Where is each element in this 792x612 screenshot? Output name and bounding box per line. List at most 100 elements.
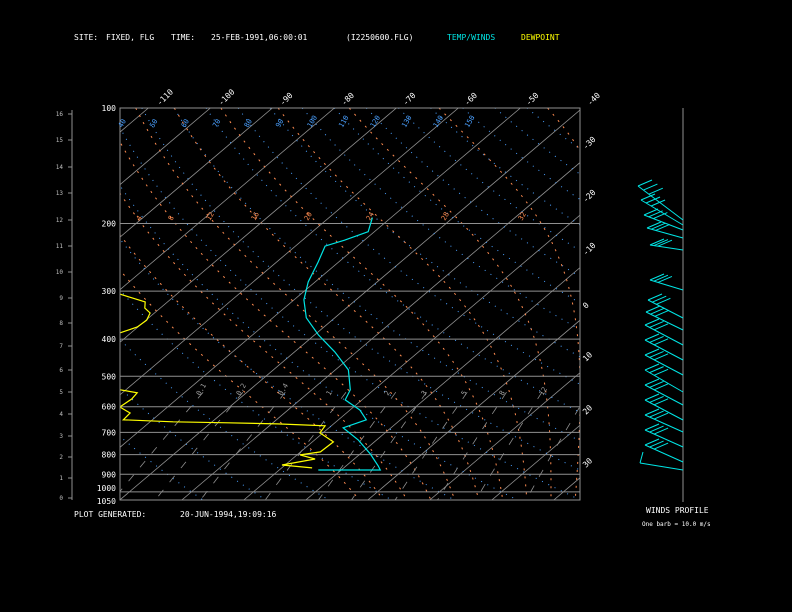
dry-adiabat-line bbox=[120, 338, 329, 500]
mixing-ratio-label: 5 bbox=[460, 389, 469, 397]
km-tick-label: 9 bbox=[59, 295, 63, 302]
moist-adiabat-line bbox=[120, 269, 360, 500]
km-tick-label: 2 bbox=[59, 454, 63, 461]
moist-adiabat-label: 24 bbox=[365, 211, 376, 222]
wind-barb-staff bbox=[643, 214, 684, 231]
mixing-ratio-line bbox=[475, 391, 543, 500]
dry-adiabat-label: 100 bbox=[306, 114, 319, 129]
time-value: 25-FEB-1991,06:00:01 bbox=[211, 33, 308, 42]
mixing-ratio-line bbox=[120, 391, 204, 493]
dewpoint-profile bbox=[120, 389, 335, 469]
wind-barb-staff bbox=[646, 227, 684, 239]
wind-barb-flag bbox=[637, 179, 653, 187]
isotherm-label-right: -30 bbox=[581, 135, 598, 152]
mixing-ratio-label: 0.4 bbox=[277, 382, 290, 397]
wind-barb-flag bbox=[646, 221, 662, 229]
dry-adiabat-label: 150 bbox=[463, 114, 476, 129]
km-tick-label: 6 bbox=[59, 367, 63, 374]
moist-adiabat-label: 12 bbox=[205, 211, 216, 222]
dry-adiabat-line bbox=[120, 126, 580, 500]
pressure-tick-label: 300 bbox=[102, 287, 117, 296]
moist-adiabat-line bbox=[220, 108, 504, 500]
pressure-tick-label: 900 bbox=[102, 470, 117, 479]
isotherm-line bbox=[120, 108, 521, 448]
moist-adiabat-line bbox=[348, 108, 552, 500]
km-tick-label: 12 bbox=[56, 217, 64, 224]
wind-barb-flag bbox=[653, 274, 669, 282]
pressure-tick-label: 200 bbox=[102, 220, 117, 229]
wind-barb-staff bbox=[649, 279, 684, 291]
dry-adiabat-line bbox=[462, 108, 580, 201]
site-label: SITE: bbox=[74, 33, 99, 42]
dry-adiabat-line bbox=[398, 108, 580, 252]
dry-adiabat-label: 70 bbox=[211, 118, 222, 129]
pressure-tick-label: 1050 bbox=[97, 497, 116, 506]
dry-adiabat-line bbox=[173, 108, 580, 442]
pressure-tick-label: 600 bbox=[102, 403, 117, 412]
wind-barb-flag bbox=[655, 223, 670, 231]
dry-adiabat-line bbox=[430, 108, 580, 226]
dewpoint-profile bbox=[120, 293, 151, 334]
isotherm-line bbox=[120, 109, 580, 500]
km-tick-label: 16 bbox=[56, 111, 64, 118]
isotherm-label-right: -10 bbox=[581, 241, 598, 258]
isotherm-line bbox=[305, 267, 580, 500]
dry-adiabat-label: 80 bbox=[243, 118, 254, 129]
dry-adiabat-line bbox=[494, 108, 580, 175]
km-tick-label: 8 bbox=[59, 320, 63, 327]
mixing-ratio-line bbox=[525, 405, 580, 500]
km-tick-label: 15 bbox=[56, 137, 64, 144]
isotherm-line bbox=[120, 108, 335, 291]
winds-profile-panel bbox=[637, 108, 684, 502]
km-tick-label: 14 bbox=[56, 164, 64, 171]
wind-barb-staff bbox=[644, 444, 684, 463]
km-tick-label: 0 bbox=[59, 495, 63, 502]
mixing-ratio-line bbox=[437, 391, 507, 500]
wind-barb-flag bbox=[649, 273, 665, 281]
moist-adiabat-line bbox=[120, 140, 432, 500]
moist-adiabat-line bbox=[277, 108, 528, 500]
isotherm-line bbox=[740, 108, 792, 500]
isotherm-label-top: -110 bbox=[155, 87, 175, 107]
moist-adiabat-label: 8 bbox=[167, 214, 176, 222]
mixing-ratio-line bbox=[154, 391, 244, 500]
isotherm-line bbox=[616, 108, 792, 500]
pressure-tick-label: 700 bbox=[102, 428, 117, 437]
wind-barb-staff bbox=[639, 462, 684, 471]
isotherm-label-top: -80 bbox=[340, 91, 357, 108]
km-tick-label: 1 bbox=[59, 475, 63, 482]
moist-adiabat-line bbox=[438, 108, 580, 500]
dry-adiabat-line bbox=[526, 108, 580, 150]
mixing-ratio-label: 0.1 bbox=[195, 382, 208, 397]
moist-adiabat-label: 32 bbox=[517, 211, 528, 222]
isotherm-line bbox=[120, 108, 149, 133]
mixing-ratio-label: 0.2 bbox=[235, 382, 248, 397]
legend-temp: TEMP/WINDS bbox=[447, 33, 496, 42]
site-value: FIXED, FLG bbox=[106, 33, 155, 42]
isotherm-label-top: -60 bbox=[463, 91, 480, 108]
dry-adiabat-label: 110 bbox=[337, 114, 350, 129]
isotherm-label-right: 30 bbox=[581, 456, 594, 469]
wind-barb-flag bbox=[643, 183, 658, 191]
isotherm-label-right: -20 bbox=[581, 188, 598, 205]
plot-generated-value: 20-JUN-1994,19:09:16 bbox=[180, 510, 277, 519]
dry-adiabat-line bbox=[366, 108, 580, 278]
time-label: TIME: bbox=[171, 33, 196, 42]
isotherm-label-top: -70 bbox=[401, 91, 418, 108]
isotherm-line bbox=[553, 477, 580, 500]
dry-adiabat-line bbox=[141, 108, 580, 471]
mixing-ratio-line bbox=[351, 391, 427, 500]
dry-adiabat-label: 130 bbox=[400, 114, 413, 129]
wind-barb-flag bbox=[651, 222, 666, 230]
dry-adiabat-label: 140 bbox=[432, 114, 445, 129]
axis-labels: 10020030040050060070080090010001050-110-… bbox=[97, 87, 603, 506]
mixing-ratio-label: 3 bbox=[420, 389, 429, 397]
moist-adiabat-label: 4 bbox=[135, 214, 144, 222]
isotherm-line bbox=[0, 108, 86, 500]
pressure-tick-label: 800 bbox=[102, 451, 117, 460]
dry-adiabat-label: 40 bbox=[117, 118, 128, 129]
pressure-tick-label: 1000 bbox=[97, 484, 116, 493]
km-tick-label: 5 bbox=[59, 389, 63, 396]
isotherm-label-top: -90 bbox=[278, 91, 295, 108]
isotherm-line bbox=[429, 372, 580, 500]
